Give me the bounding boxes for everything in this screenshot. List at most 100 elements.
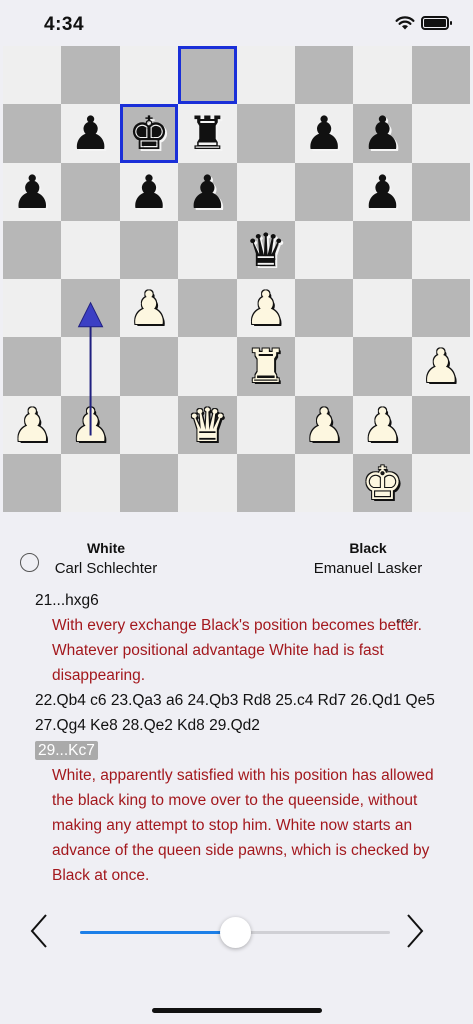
square-c7[interactable]: ♚ <box>119 104 179 163</box>
square-a6[interactable]: ♟ <box>3 162 62 221</box>
square-d6[interactable]: ♟ <box>178 162 237 221</box>
chevron-left-icon[interactable] <box>28 913 50 949</box>
white-pawn-icon[interactable]: ♟ <box>245 285 286 331</box>
square-b5[interactable] <box>61 220 120 279</box>
square-a2[interactable]: ♟ <box>3 395 62 454</box>
square-h4[interactable] <box>411 279 470 338</box>
square-d4[interactable] <box>178 279 237 338</box>
square-a7[interactable] <box>3 104 62 163</box>
square-a8[interactable] <box>3 46 62 105</box>
square-g3[interactable] <box>353 337 412 396</box>
move-text[interactable]: 22.Qb4 c6 23.Qa3 a6 24.Qb3 Rd8 25.c4 Rd7… <box>35 688 455 738</box>
square-f3[interactable] <box>294 337 354 396</box>
black-pawn-icon[interactable]: ♟ <box>303 110 344 156</box>
black-pawn-icon[interactable]: ♟ <box>362 110 403 156</box>
square-g8[interactable] <box>353 46 412 105</box>
white-king-icon[interactable]: ♚ <box>362 460 403 506</box>
slider-thumb[interactable] <box>220 917 251 948</box>
square-d2[interactable]: ♛ <box>178 395 237 454</box>
chess-board[interactable]: ♟ ♚ ♜ ♟ ♟ ♟ ♟ ♟ ♟ ♛ ♟ ♟ ♜ ♟ ♟ ♟ ♛ ♟ ♟ ♚ <box>3 46 470 512</box>
square-d7[interactable]: ♜ <box>178 104 237 163</box>
square-f7[interactable]: ♟ <box>294 104 354 163</box>
white-pawn-icon[interactable]: ♟ <box>420 343 461 389</box>
square-a3[interactable] <box>3 337 62 396</box>
square-h3[interactable]: ♟ <box>411 337 470 396</box>
square-g2[interactable]: ♟ <box>353 395 412 454</box>
black-queen-icon[interactable]: ♛ <box>245 227 286 273</box>
black-pawn-icon[interactable]: ♟ <box>12 169 53 215</box>
square-f5[interactable] <box>294 220 354 279</box>
white-pawn-icon[interactable]: ♟ <box>303 402 344 448</box>
square-e5[interactable]: ♛ <box>236 220 295 279</box>
black-label: Black <box>349 540 387 556</box>
square-g7[interactable]: ♟ <box>353 104 412 163</box>
square-e7[interactable] <box>236 104 295 163</box>
white-pawn-icon[interactable]: ♟ <box>70 402 111 448</box>
square-d3[interactable] <box>178 337 237 396</box>
square-e2[interactable] <box>236 395 295 454</box>
square-a4[interactable] <box>3 279 62 338</box>
square-a1[interactable] <box>3 453 62 512</box>
square-h7[interactable] <box>411 104 470 163</box>
black-pawn-icon[interactable]: ♟ <box>362 169 403 215</box>
square-c3[interactable] <box>119 337 179 396</box>
side-to-move-radio[interactable] <box>20 553 39 572</box>
black-player: Black Emanuel Lasker <box>308 540 428 577</box>
square-b3[interactable] <box>61 337 120 396</box>
square-b6[interactable] <box>61 162 120 221</box>
square-e6[interactable] <box>236 162 295 221</box>
square-c2[interactable] <box>119 395 179 454</box>
square-f6[interactable] <box>294 162 354 221</box>
square-b4[interactable] <box>61 279 120 338</box>
square-h6[interactable] <box>411 162 470 221</box>
square-c6[interactable]: ♟ <box>119 162 179 221</box>
square-h8[interactable] <box>411 46 470 105</box>
square-f8[interactable] <box>294 46 354 105</box>
square-b7[interactable]: ♟ <box>61 104 120 163</box>
square-g6[interactable]: ♟ <box>353 162 412 221</box>
square-b8[interactable] <box>61 46 120 105</box>
move-slider[interactable] <box>80 917 390 948</box>
battery-icon <box>421 16 452 30</box>
black-pawn-icon[interactable]: ♟ <box>70 110 111 156</box>
square-d8[interactable] <box>178 46 237 105</box>
black-rook-icon[interactable]: ♜ <box>187 110 228 156</box>
square-c1[interactable] <box>119 453 179 512</box>
square-h5[interactable] <box>411 220 470 279</box>
white-pawn-icon[interactable]: ♟ <box>12 402 53 448</box>
black-pawn-icon[interactable]: ♟ <box>128 169 169 215</box>
square-e3[interactable]: ♜ <box>236 337 295 396</box>
chevron-right-icon[interactable] <box>404 913 426 949</box>
current-move[interactable]: 29...Kc7 <box>35 741 98 760</box>
square-e4[interactable]: ♟ <box>236 279 295 338</box>
white-pawn-icon[interactable]: ♟ <box>128 285 169 331</box>
square-b1[interactable] <box>61 453 120 512</box>
black-king-icon[interactable]: ♚ <box>128 110 169 156</box>
square-g5[interactable] <box>353 220 412 279</box>
home-indicator <box>152 1008 322 1013</box>
square-c4[interactable]: ♟ <box>119 279 179 338</box>
square-e8[interactable] <box>236 46 295 105</box>
square-c8[interactable] <box>119 46 179 105</box>
game-notation[interactable]: 21...hxg6 With every exchange Black's po… <box>35 588 455 888</box>
square-g4[interactable] <box>353 279 412 338</box>
white-rook-icon[interactable]: ♜ <box>245 343 286 389</box>
white-player: White Carl Schlechter <box>50 540 162 577</box>
move-text[interactable]: 21...hxg6 <box>35 588 455 613</box>
square-f2[interactable]: ♟ <box>294 395 354 454</box>
black-pawn-icon[interactable]: ♟ <box>187 169 228 215</box>
square-e1[interactable] <box>236 453 295 512</box>
square-d5[interactable] <box>178 220 237 279</box>
square-c5[interactable] <box>119 220 179 279</box>
square-g1[interactable]: ♚ <box>353 453 412 512</box>
square-h1[interactable] <box>411 453 470 512</box>
square-f1[interactable] <box>294 453 354 512</box>
white-queen-icon[interactable]: ♛ <box>187 402 228 448</box>
square-f4[interactable] <box>294 279 354 338</box>
square-d1[interactable] <box>178 453 237 512</box>
white-pawn-icon[interactable]: ♟ <box>362 402 403 448</box>
more-icon[interactable]: °°° <box>396 616 415 631</box>
square-b2[interactable]: ♟ <box>61 395 120 454</box>
square-h2[interactable] <box>411 395 470 454</box>
square-a5[interactable] <box>3 220 62 279</box>
